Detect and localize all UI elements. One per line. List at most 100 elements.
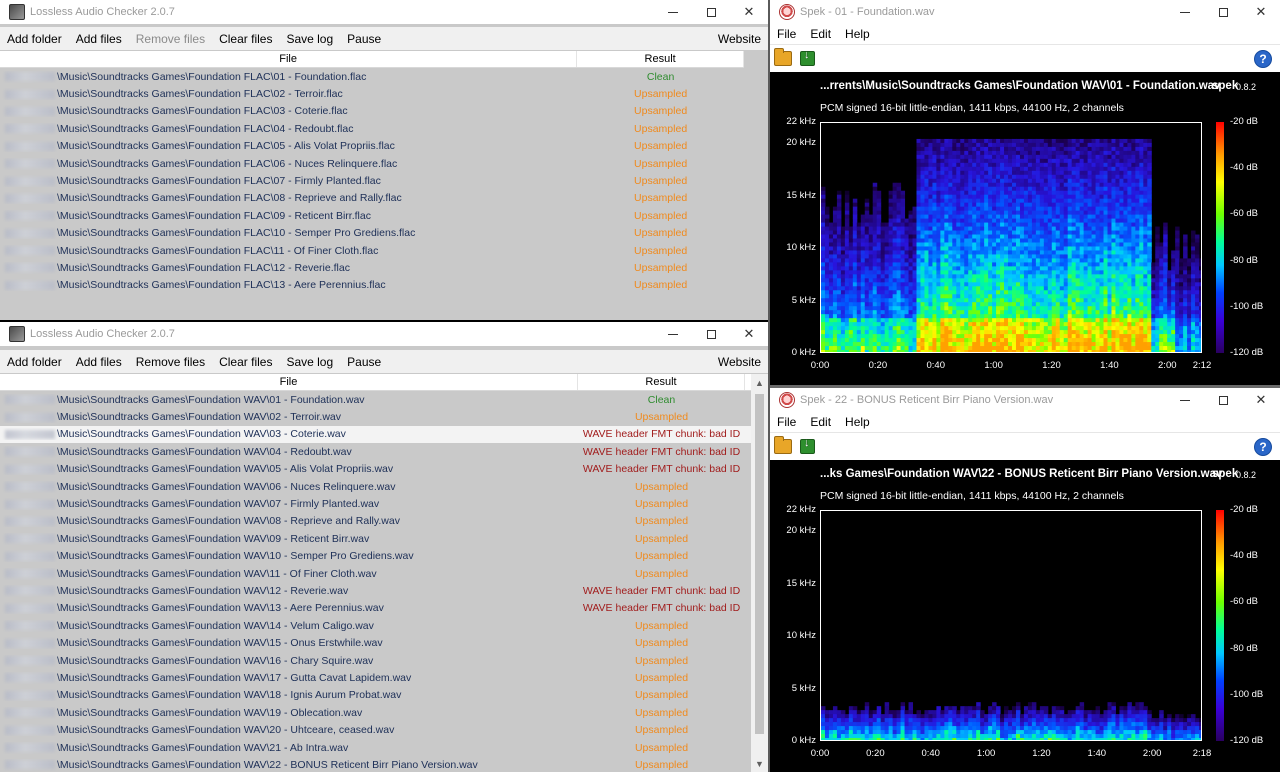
add-files-button[interactable]: Add files — [69, 355, 129, 369]
pause-button[interactable]: Pause — [340, 32, 388, 46]
table-row[interactable]: \Music\Soundtracks Games\Foundation WAV\… — [0, 530, 751, 547]
table-row[interactable]: \Music\Soundtracks Games\Foundation FLAC… — [0, 225, 744, 242]
table-row[interactable]: \Music\Soundtracks Games\Foundation FLAC… — [0, 172, 744, 189]
close-button[interactable]: ✕ — [1242, 0, 1280, 24]
add-folder-button[interactable]: Add folder — [0, 355, 69, 369]
table-row[interactable]: \Music\Soundtracks Games\Foundation WAV\… — [0, 756, 751, 772]
table-row[interactable]: \Music\Soundtracks Games\Foundation WAV\… — [0, 495, 751, 512]
table-row[interactable]: \Music\Soundtracks Games\Foundation FLAC… — [0, 120, 744, 137]
table-row[interactable]: \Music\Soundtracks Games\Foundation WAV\… — [0, 513, 751, 530]
close-button[interactable]: ✕ — [730, 322, 768, 346]
scroll-thumb[interactable] — [755, 394, 764, 734]
minimize-icon — [1180, 11, 1190, 13]
table-row[interactable]: \Music\Soundtracks Games\Foundation FLAC… — [0, 103, 744, 120]
maximize-button[interactable] — [1204, 388, 1242, 412]
table-row[interactable]: \Music\Soundtracks Games\Foundation WAV\… — [0, 565, 751, 582]
table-row[interactable]: \Music\Soundtracks Games\Foundation FLAC… — [0, 138, 744, 155]
scroll-up-icon[interactable]: ▲ — [751, 374, 768, 391]
file-list[interactable]: File Result \Music\Soundtracks Games\Fou… — [0, 51, 744, 320]
column-header-result[interactable]: Result — [578, 374, 745, 390]
clear-files-button[interactable]: Clear files — [212, 355, 279, 369]
menu-file[interactable]: File — [770, 27, 803, 41]
menu-help[interactable]: Help — [838, 415, 877, 429]
close-button[interactable]: ✕ — [730, 0, 768, 24]
result-cell: Upsampled — [634, 654, 689, 667]
menu-file[interactable]: File — [770, 415, 803, 429]
pause-button[interactable]: Pause — [340, 355, 388, 369]
table-row[interactable]: \Music\Soundtracks Games\Foundation FLAC… — [0, 277, 744, 294]
table-row[interactable]: \Music\Soundtracks Games\Foundation WAV\… — [0, 652, 751, 669]
title-bar[interactable]: Spek - 22 - BONUS Reticent Birr Piano Ve… — [770, 388, 1280, 412]
app-version: 0.8.2 — [1236, 470, 1257, 480]
table-row[interactable]: \Music\Soundtracks Games\Foundation FLAC… — [0, 190, 744, 207]
table-row[interactable]: \Music\Soundtracks Games\Foundation WAV\… — [0, 548, 751, 565]
title-bar[interactable]: Lossless Audio Checker 2.0.7 ✕ — [0, 322, 768, 346]
redacted-path — [5, 141, 55, 151]
vertical-scrollbar[interactable]: ▲ ▼ — [751, 374, 768, 772]
table-row[interactable]: \Music\Soundtracks Games\Foundation FLAC… — [0, 85, 744, 102]
minimize-button[interactable] — [1166, 0, 1204, 24]
column-header-result[interactable]: Result — [577, 51, 744, 67]
file-cell: \Music\Soundtracks Games\Foundation WAV\… — [0, 568, 578, 580]
save-log-button[interactable]: Save log — [279, 32, 340, 46]
table-row[interactable]: \Music\Soundtracks Games\Foundation WAV\… — [0, 391, 751, 408]
file-path: \Music\Soundtracks Games\Foundation WAV\… — [57, 584, 349, 597]
table-row[interactable]: \Music\Soundtracks Games\Foundation WAV\… — [0, 478, 751, 495]
menu-edit[interactable]: Edit — [803, 27, 838, 41]
save-log-button[interactable]: Save log — [279, 355, 340, 369]
table-row[interactable]: \Music\Soundtracks Games\Foundation FLAC… — [0, 259, 744, 276]
save-image-icon[interactable]: ↓ — [798, 49, 816, 68]
remove-files-button[interactable]: Remove files — [129, 32, 212, 46]
spek-app-icon — [779, 392, 795, 408]
clear-files-button[interactable]: Clear files — [212, 32, 279, 46]
x-tick-label: 1:40 — [1100, 360, 1119, 371]
db-tick-label: -20 dB — [1230, 504, 1258, 515]
help-icon[interactable]: ? — [1254, 438, 1272, 456]
redacted-path — [5, 263, 55, 273]
file-path: \Music\Soundtracks Games\Foundation FLAC… — [57, 209, 371, 222]
menu-help[interactable]: Help — [838, 27, 877, 41]
table-row[interactable]: \Music\Soundtracks Games\Foundation WAV\… — [0, 582, 751, 599]
column-header-file[interactable]: File — [0, 374, 578, 390]
table-row[interactable]: \Music\Soundtracks Games\Foundation WAV\… — [0, 443, 751, 460]
table-row[interactable]: \Music\Soundtracks Games\Foundation WAV\… — [0, 617, 751, 634]
table-row[interactable]: \Music\Soundtracks Games\Foundation FLAC… — [0, 68, 744, 85]
open-folder-icon[interactable] — [774, 48, 792, 66]
add-files-button[interactable]: Add files — [69, 32, 129, 46]
website-link[interactable]: Website — [711, 355, 768, 369]
menu-edit[interactable]: Edit — [803, 415, 838, 429]
file-list[interactable]: File Result \Music\Soundtracks Games\Fou… — [0, 374, 751, 772]
help-icon[interactable]: ? — [1254, 50, 1272, 68]
title-bar[interactable]: Lossless Audio Checker 2.0.7 ✕ — [0, 0, 768, 24]
table-row[interactable]: \Music\Soundtracks Games\Foundation WAV\… — [0, 687, 751, 704]
scroll-down-icon[interactable]: ▼ — [751, 755, 768, 772]
table-row[interactable]: \Music\Soundtracks Games\Foundation WAV\… — [0, 408, 751, 425]
table-row[interactable]: \Music\Soundtracks Games\Foundation WAV\… — [0, 600, 751, 617]
maximize-button[interactable] — [692, 322, 730, 346]
remove-files-button[interactable]: Remove files — [129, 355, 212, 369]
table-row[interactable]: \Music\Soundtracks Games\Foundation FLAC… — [0, 207, 744, 224]
table-row[interactable]: \Music\Soundtracks Games\Foundation WAV\… — [0, 704, 751, 721]
title-bar[interactable]: Spek - 01 - Foundation.wav ✕ — [770, 0, 1280, 24]
column-header-file[interactable]: File — [0, 51, 578, 67]
table-row[interactable]: \Music\Soundtracks Games\Foundation FLAC… — [0, 242, 744, 259]
table-row[interactable]: \Music\Soundtracks Games\Foundation WAV\… — [0, 721, 751, 738]
table-row[interactable]: \Music\Soundtracks Games\Foundation WAV\… — [0, 739, 751, 756]
table-row[interactable]: \Music\Soundtracks Games\Foundation WAV\… — [0, 461, 751, 478]
website-link[interactable]: Website — [711, 32, 768, 46]
maximize-button[interactable] — [692, 0, 730, 24]
save-image-icon[interactable]: ↓ — [798, 437, 816, 456]
open-folder-icon[interactable] — [774, 436, 792, 454]
table-row[interactable]: \Music\Soundtracks Games\Foundation WAV\… — [0, 634, 751, 651]
maximize-button[interactable] — [1204, 0, 1242, 24]
add-folder-button[interactable]: Add folder — [0, 32, 69, 46]
table-row[interactable]: \Music\Soundtracks Games\Foundation FLAC… — [0, 155, 744, 172]
file-cell: \Music\Soundtracks Games\Foundation FLAC… — [0, 279, 577, 291]
minimize-button[interactable] — [654, 0, 692, 24]
table-row[interactable]: \Music\Soundtracks Games\Foundation WAV\… — [0, 425, 751, 444]
table-row[interactable]: \Music\Soundtracks Games\Foundation WAV\… — [0, 669, 751, 686]
close-button[interactable]: ✕ — [1242, 388, 1280, 412]
minimize-button[interactable] — [1166, 388, 1204, 412]
file-path: \Music\Soundtracks Games\Foundation WAV\… — [57, 706, 363, 719]
minimize-button[interactable] — [654, 322, 692, 346]
